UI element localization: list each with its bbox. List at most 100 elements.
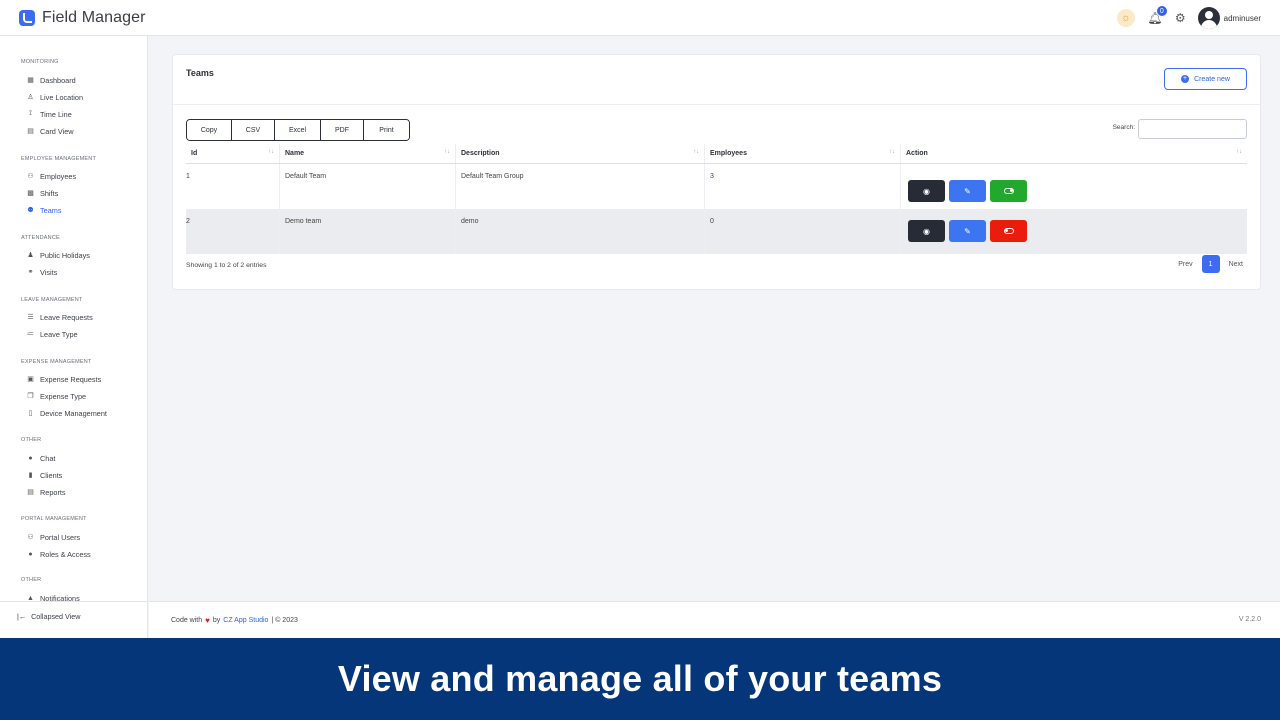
cell-name: Default Team [280, 164, 456, 209]
cell-description: Default Team Group [456, 164, 705, 209]
timeline-icon: ⟟ [29, 110, 32, 117]
table-header: Id ↑↓ Name ↑↓ Description ↑↓ Employees ↑↓ Ac… [186, 144, 1247, 164]
sidebar-item-chat[interactable]: ● Chat [26, 451, 55, 465]
toggle-on-icon [1003, 188, 1014, 194]
header-actions: ☼ 🔔︎ 0 ⚙ adminuser [1116, 0, 1261, 36]
sidebar-divider [0, 601, 148, 602]
heart-icon: ♥ [205, 616, 210, 625]
sidebar-item-portal-users[interactable]: ⚇ Portal Users [26, 530, 80, 544]
next-page-button[interactable]: Next [1229, 261, 1243, 268]
sidebar-item-shifts[interactable]: ▩ Shifts [26, 186, 58, 200]
footer: Code with ♥ by CZ App Studio | © 2023 V … [149, 601, 1280, 638]
sidebar-item-leave-requests[interactable]: ☰ Leave Requests [26, 310, 92, 324]
column-header-description[interactable]: Description ↑↓ [456, 144, 705, 163]
page-1-button[interactable]: 1 [1201, 255, 1220, 273]
money-icon: ▣ [27, 376, 34, 383]
sitemap-icon: ⚉ [27, 207, 34, 214]
avatar [1197, 7, 1220, 29]
sidebar-item-notifications[interactable]: ▲ Notifications [26, 591, 80, 605]
sidebar-item-device-management[interactable]: ▯ Device Management [26, 406, 107, 420]
building-icon: ▮ [28, 472, 33, 479]
caption-banner: View and manage all of your teams [0, 638, 1280, 720]
sidebar-item-leave-type[interactable]: ≔ Leave Type [26, 327, 78, 341]
settings-gear-icon[interactable]: ⚙ [1175, 11, 1186, 25]
prev-page-button[interactable]: Prev [1178, 261, 1192, 268]
sidebar-item-reports[interactable]: ▤ Reports [26, 485, 65, 499]
glasses-icon: ⚭ [27, 269, 34, 276]
section-leave-management: LEAVE MANAGEMENT [21, 297, 83, 303]
search-input[interactable] [1138, 119, 1247, 139]
copy-icon: ❐ [27, 393, 34, 400]
collapse-view-button[interactable]: |← Collapsed View [17, 612, 80, 621]
top-bar: Field Manager ☼ 🔔︎ 0 ⚙ adminuser [0, 0, 1280, 36]
users-icon: ⚇ [27, 534, 34, 541]
sidebar-item-expense-requests[interactable]: ▣ Expense Requests [26, 372, 101, 386]
section-portal-management: PORTAL MANAGEMENT [21, 516, 87, 522]
table-info: Showing 1 to 2 of 2 entries [186, 262, 267, 269]
brand-logo-icon [19, 9, 35, 26]
print-button[interactable]: Print [364, 120, 409, 140]
sidebar-item-visits[interactable]: ⚭ Visits [26, 265, 58, 279]
section-other-2: OTHER [21, 577, 42, 583]
status-toggle-button[interactable] [990, 220, 1027, 242]
teams-card: Teams + Create new Copy CSV Excel PDF Pr… [172, 54, 1261, 290]
column-header-action[interactable]: Action ↑↓ [901, 144, 1247, 163]
sidebar-item-time-line[interactable]: ⟟ Time Line [26, 107, 72, 121]
create-new-button[interactable]: + Create new [1164, 68, 1247, 90]
section-expense-management: EXPENSE MANAGEMENT [21, 359, 92, 365]
table-row: 2 Demo team demo 0 ◉ ✎ [186, 209, 1247, 254]
card-divider [173, 104, 1260, 105]
mobile-icon: ▯ [28, 410, 33, 417]
column-header-id[interactable]: Id ↑↓ [186, 144, 280, 163]
pdf-button[interactable]: PDF [321, 120, 364, 140]
notifications-bell-icon[interactable]: 🔔︎ 0 [1147, 6, 1167, 27]
cell-employees: 3 [705, 164, 901, 209]
brand-name: Field Manager [42, 8, 146, 26]
theme-toggle-sun-icon[interactable]: ☼ [1116, 9, 1135, 27]
sidebar-item-expense-type[interactable]: ❐ Expense Type [26, 389, 86, 403]
view-button[interactable]: ◉ [908, 220, 945, 242]
eye-icon: ◉ [923, 226, 930, 236]
column-header-name[interactable]: Name ↑↓ [280, 144, 456, 163]
brand[interactable]: Field Manager [19, 9, 146, 27]
table-row: 1 Default Team Default Team Group 3 ◉ ✎ [186, 164, 1247, 209]
excel-button[interactable]: Excel [275, 120, 321, 140]
notification-badge: 0 [1156, 6, 1167, 16]
page-title: Teams [186, 68, 214, 78]
export-buttons: Copy CSV Excel PDF Print [186, 119, 410, 141]
sort-icon: ↑↓ [1236, 149, 1242, 155]
sidebar-item-teams[interactable]: ⚉ Teams [26, 203, 61, 217]
sidebar-item-roles-access[interactable]: ● Roles & Access [26, 547, 90, 561]
sidebar-item-dashboard[interactable]: ▦ Dashboard [26, 73, 76, 87]
edit-button[interactable]: ✎ [949, 180, 986, 202]
cell-actions: ◉ ✎ [901, 209, 1247, 254]
sidebar-item-employees[interactable]: ⚇ Employees [26, 169, 76, 183]
user-plus-icon: ♟ [27, 252, 34, 259]
column-header-employees[interactable]: Employees ↑↓ [705, 144, 901, 163]
studio-link[interactable]: CZ App Studio [223, 617, 268, 624]
cell-employees: 0 [705, 209, 901, 254]
sidebar-item-public-holidays[interactable]: ♟ Public Holidays [26, 248, 90, 262]
card-icon: ▤ [27, 128, 34, 135]
sort-icon: ↑↓ [268, 149, 274, 155]
dashboard-icon: ▦ [27, 77, 34, 84]
user-menu[interactable]: adminuser [1197, 7, 1261, 29]
view-button[interactable]: ◉ [908, 180, 945, 202]
cell-actions: ◉ ✎ [901, 164, 1247, 209]
sidebar-item-live-location[interactable]: ♙ Live Location [26, 90, 83, 104]
collapse-arrow-icon: |← [17, 612, 27, 621]
edit-button[interactable]: ✎ [949, 220, 986, 242]
cell-id: 2 [186, 209, 280, 254]
username: adminuser [1223, 13, 1261, 23]
sidebar-item-clients[interactable]: ▮ Clients [26, 468, 63, 482]
copy-button[interactable]: Copy [187, 120, 232, 140]
list-icon: ☰ [27, 314, 34, 321]
sidebar-item-card-view[interactable]: ▤ Card View [26, 124, 73, 138]
toggle-off-icon [1003, 228, 1014, 234]
cell-description: demo [456, 209, 705, 254]
section-employee-management: EMPLOYEE MANAGEMENT [21, 156, 97, 162]
csv-button[interactable]: CSV [232, 120, 275, 140]
pagination: Prev 1 Next [1178, 255, 1243, 273]
status-toggle-button[interactable] [990, 180, 1027, 202]
sort-icon: ↑↓ [693, 149, 699, 155]
